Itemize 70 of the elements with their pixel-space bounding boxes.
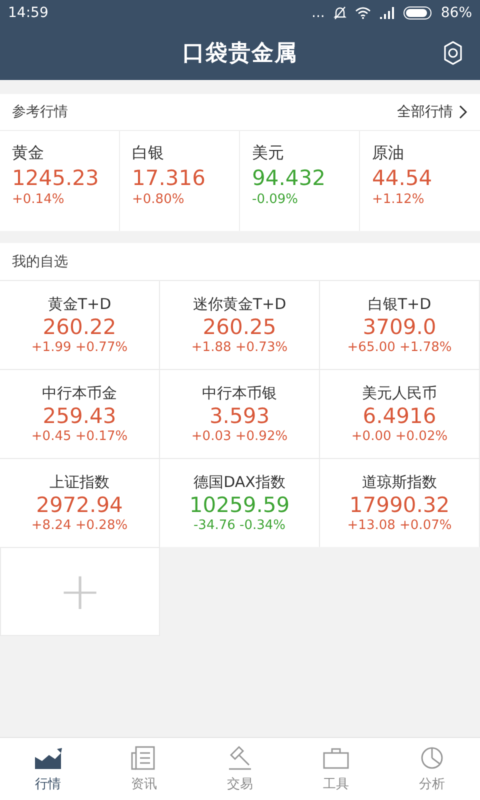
quote-card[interactable]: 黄金 1245.23 +0.14% bbox=[0, 131, 120, 231]
quote-price: 6.4916 bbox=[362, 404, 436, 428]
quote-price: 2972.94 bbox=[36, 493, 123, 517]
chart-icon bbox=[33, 745, 63, 771]
quote-name: 道琼斯指数 bbox=[362, 473, 437, 492]
battery-icon bbox=[402, 6, 433, 20]
watchlist-tile[interactable]: 迷你黄金T+D 260.25 +1.88 +0.73% bbox=[160, 280, 320, 369]
quote-price: 17.316 bbox=[132, 166, 206, 190]
quote-price: 3.593 bbox=[209, 404, 270, 428]
quote-change: -34.76 -0.34% bbox=[193, 518, 286, 533]
nav-tab[interactable]: 分析 bbox=[384, 738, 480, 800]
watchlist-tile[interactable]: 白银T+D 3709.0 +65.00 +1.78% bbox=[320, 280, 480, 369]
nav-tab[interactable]: 资讯 bbox=[96, 738, 192, 800]
quote-name: 中行本币银 bbox=[202, 384, 277, 403]
section-title: 我的自选 bbox=[12, 252, 68, 270]
quote-price: 94.432 bbox=[252, 166, 326, 190]
quote-name: 白银 bbox=[132, 143, 165, 164]
section-title: 参考行情 bbox=[12, 103, 68, 121]
quote-name: 原油 bbox=[372, 143, 405, 164]
nav-tab[interactable]: 交易 bbox=[192, 738, 288, 800]
quote-change: +0.14% bbox=[12, 192, 66, 207]
quote-change: +65.00 +1.78% bbox=[347, 340, 452, 355]
nav-tab[interactable]: 行情 bbox=[0, 738, 96, 800]
chevron-icon bbox=[459, 105, 468, 119]
quote-name: 迷你黄金T+D bbox=[192, 295, 286, 314]
watchlist-tile[interactable]: 中行本币金 259.43 +0.45 +0.17% bbox=[0, 369, 160, 458]
quote-card[interactable]: 美元 94.432 -0.09% bbox=[240, 131, 360, 231]
battery-percent: 86% bbox=[440, 5, 472, 21]
quote-name: 上证指数 bbox=[50, 473, 110, 492]
quote-price: 44.54 bbox=[372, 166, 434, 190]
app-title: 口袋贵金属 bbox=[182, 40, 298, 68]
quote-change: +0.80% bbox=[132, 192, 186, 207]
quote-price: 260.22 bbox=[42, 315, 116, 339]
nav-tab[interactable]: 工具 bbox=[288, 738, 384, 800]
quote-name: 德国DAX指数 bbox=[194, 473, 286, 492]
quote-change: +0.03 +0.92% bbox=[191, 429, 288, 444]
status-time: 14:59 bbox=[8, 5, 48, 21]
notification-dots: ... bbox=[312, 5, 325, 21]
watchlist-tile[interactable]: 上证指数 2972.94 +8.24 +0.28% bbox=[0, 458, 160, 547]
all-quotes-link[interactable]: 全部行情 bbox=[397, 103, 468, 121]
quote-price: 17990.32 bbox=[349, 493, 450, 517]
watchlist-tile[interactable]: 黄金T+D 260.22 +1.99 +0.77% bbox=[0, 280, 160, 369]
quote-name: 中行本币金 bbox=[42, 384, 117, 403]
watchlist-tile[interactable]: 美元人民币 6.4916 +0.00 +0.02% bbox=[320, 369, 480, 458]
quote-price: 1245.23 bbox=[12, 166, 100, 190]
quote-change: +0.00 +0.02% bbox=[351, 429, 448, 444]
quote-change: +1.99 +0.77% bbox=[31, 340, 128, 355]
quote-price: 260.25 bbox=[202, 315, 276, 339]
quote-name: 黄金T+D bbox=[48, 295, 112, 314]
muted-bell-icon bbox=[332, 6, 347, 20]
quote-change: +1.88 +0.73% bbox=[191, 340, 288, 355]
quote-change: +0.45 +0.17% bbox=[31, 429, 128, 444]
quote-change: +8.24 +0.28% bbox=[31, 518, 128, 533]
quote-name: 黄金 bbox=[12, 143, 45, 164]
quote-name: 美元 bbox=[252, 143, 285, 164]
quote-card[interactable]: 原油 44.54 +1.12% bbox=[360, 131, 480, 231]
wifi-icon bbox=[354, 7, 371, 19]
watchlist-tile[interactable]: 道琼斯指数 17990.32 +13.08 +0.07% bbox=[320, 458, 480, 547]
quote-card[interactable]: 白银 17.316 +0.80% bbox=[120, 131, 240, 231]
quote-name: 白银T+D bbox=[368, 295, 432, 314]
quote-change: +13.08 +0.07% bbox=[347, 518, 452, 533]
quote-change: -0.09% bbox=[252, 192, 299, 207]
quote-name: 美元人民币 bbox=[362, 384, 437, 403]
signal-icon bbox=[378, 7, 395, 19]
watchlist-tile[interactable]: 德国DAX指数 10259.59 -34.76 -0.34% bbox=[160, 458, 320, 547]
quote-price: 259.43 bbox=[42, 404, 116, 428]
quote-price: 10259.59 bbox=[189, 493, 290, 517]
quote-change: +1.12% bbox=[372, 192, 426, 207]
quote-price: 3709.0 bbox=[362, 315, 436, 339]
watchlist-tile[interactable]: 中行本币银 3.593 +0.03 +0.92% bbox=[160, 369, 320, 458]
